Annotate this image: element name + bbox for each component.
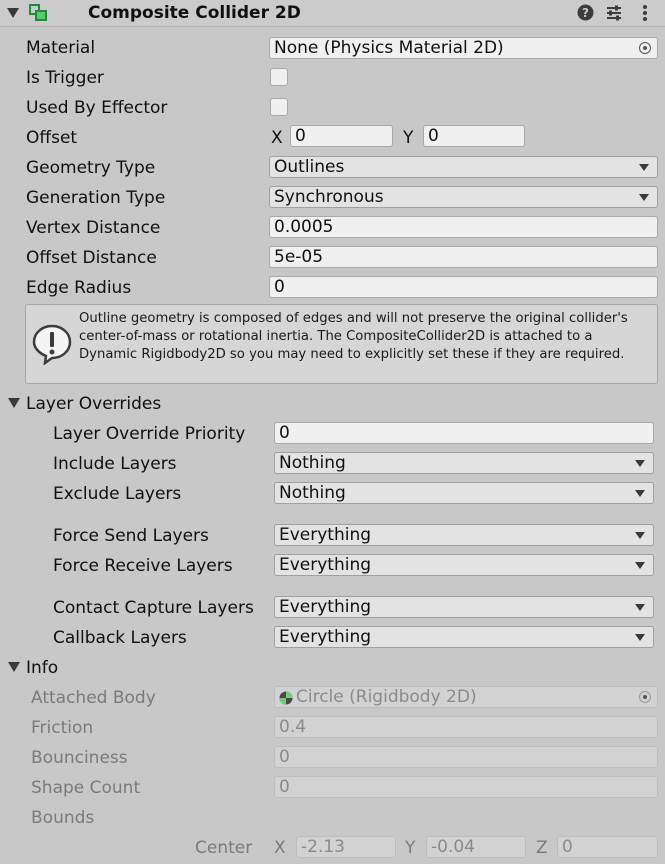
offset-y-field[interactable]: 0 xyxy=(423,125,525,147)
used-by-effector-label: Used By Effector xyxy=(26,98,168,118)
is-trigger-label: Is Trigger xyxy=(26,68,104,88)
center-label: Center xyxy=(195,838,253,858)
center-z-label: Z xyxy=(536,838,548,858)
foldout-arrow-icon[interactable] xyxy=(7,8,19,18)
exclude-layers-dropdown[interactable]: Nothing xyxy=(274,482,654,504)
edge-radius-label: Edge Radius xyxy=(26,278,132,298)
friction-field: 0.4 xyxy=(274,716,658,738)
geometry-type-dropdown[interactable]: Outlines xyxy=(269,156,658,178)
composite-collider-icon xyxy=(29,4,49,22)
center-y-label: Y xyxy=(405,838,416,858)
attached-body-field: Circle (Rigidbody 2D) xyxy=(274,686,658,708)
attached-body-label: Attached Body xyxy=(31,688,156,708)
dropdown-arrow-icon xyxy=(635,604,645,611)
contact-capture-layers-label: Contact Capture Layers xyxy=(53,598,254,618)
material-label: Material xyxy=(26,38,96,58)
force-receive-layers-dropdown[interactable]: Everything xyxy=(274,554,654,576)
center-y-field: -0.04 xyxy=(426,836,526,858)
generation-type-dropdown[interactable]: Synchronous xyxy=(269,186,658,208)
contact-capture-layers-dropdown[interactable]: Everything xyxy=(274,596,654,618)
geometry-type-value: Outlines xyxy=(274,157,345,177)
exclude-layers-label: Exclude Layers xyxy=(53,484,182,504)
layer-overrides-foldout-icon[interactable] xyxy=(8,398,20,408)
object-picker-icon[interactable] xyxy=(639,42,651,54)
exclude-layers-value: Nothing xyxy=(279,483,346,503)
include-layers-dropdown[interactable]: Nothing xyxy=(274,452,654,474)
callback-layers-dropdown[interactable]: Everything xyxy=(274,626,654,648)
offset-x-label[interactable]: X xyxy=(271,127,283,149)
generation-type-value: Synchronous xyxy=(274,187,384,207)
dropdown-arrow-icon xyxy=(635,490,645,497)
offset-distance-label: Offset Distance xyxy=(26,248,157,268)
offset-x-field[interactable]: 0 xyxy=(290,125,393,147)
edge-radius-field[interactable]: 0 xyxy=(269,276,658,298)
layer-overrides-foldout[interactable]: Layer Overrides xyxy=(26,393,161,415)
callback-layers-value: Everything xyxy=(279,627,372,647)
center-x-label: X xyxy=(274,838,286,858)
force-receive-layers-label: Force Receive Layers xyxy=(53,556,233,576)
force-send-layers-dropdown[interactable]: Everything xyxy=(274,524,654,546)
generation-type-label: Generation Type xyxy=(26,188,166,208)
offset-label: Offset xyxy=(26,128,78,148)
used-by-effector-checkbox[interactable] xyxy=(270,98,288,116)
force-receive-layers-value: Everything xyxy=(279,555,372,575)
material-value: None (Physics Material 2D) xyxy=(274,38,504,58)
geometry-type-label: Geometry Type xyxy=(26,158,156,178)
callback-layers-label: Callback Layers xyxy=(53,628,187,648)
dropdown-arrow-icon xyxy=(635,460,645,467)
vertex-distance-field[interactable]: 0.0005 xyxy=(269,216,658,238)
info-foldout[interactable]: Info xyxy=(26,657,58,679)
center-z-field: 0 xyxy=(557,836,658,858)
svg-text:?: ? xyxy=(582,6,589,20)
force-send-layers-label: Force Send Layers xyxy=(53,526,209,546)
dropdown-arrow-icon xyxy=(635,532,645,539)
layer-override-priority-field[interactable]: 0 xyxy=(274,422,654,444)
shape-count-label: Shape Count xyxy=(31,778,141,798)
bounds-label: Bounds xyxy=(31,808,95,828)
warning-icon xyxy=(31,323,73,366)
layer-override-priority-label: Layer Override Priority xyxy=(53,424,246,444)
bounciness-field: 0 xyxy=(274,746,658,768)
help-box: Outline geometry is composed of edges an… xyxy=(25,304,658,384)
more-icon[interactable] xyxy=(641,4,649,22)
bounciness-label: Bounciness xyxy=(31,748,128,768)
component-title: Composite Collider 2D xyxy=(88,3,301,23)
contact-capture-layers-value: Everything xyxy=(279,597,372,617)
dropdown-arrow-icon xyxy=(639,194,649,201)
dropdown-arrow-icon xyxy=(635,634,645,641)
preset-icon[interactable] xyxy=(605,4,623,21)
component-header[interactable]: Composite Collider 2D ? xyxy=(0,0,665,27)
shape-count-field: 0 xyxy=(274,776,658,798)
info-foldout-icon[interactable] xyxy=(8,662,20,672)
force-send-layers-value: Everything xyxy=(279,525,372,545)
vertex-distance-label: Vertex Distance xyxy=(26,218,161,238)
attached-body-value: Circle (Rigidbody 2D) xyxy=(296,687,477,707)
object-picker-icon xyxy=(639,691,651,703)
offset-y-label[interactable]: Y xyxy=(403,127,413,149)
help-message: Outline geometry is composed of edges an… xyxy=(79,311,628,362)
is-trigger-checkbox[interactable] xyxy=(270,68,288,86)
rigidbody-icon xyxy=(279,690,293,705)
offset-distance-field[interactable]: 5e-05 xyxy=(269,246,658,268)
center-x-field: -2.13 xyxy=(296,836,396,858)
help-icon[interactable]: ? xyxy=(577,4,594,21)
dropdown-arrow-icon xyxy=(635,562,645,569)
include-layers-label: Include Layers xyxy=(53,454,177,474)
dropdown-arrow-icon xyxy=(639,164,649,171)
friction-label: Friction xyxy=(31,718,94,738)
include-layers-value: Nothing xyxy=(279,453,346,473)
material-field[interactable]: None (Physics Material 2D) xyxy=(269,37,658,59)
